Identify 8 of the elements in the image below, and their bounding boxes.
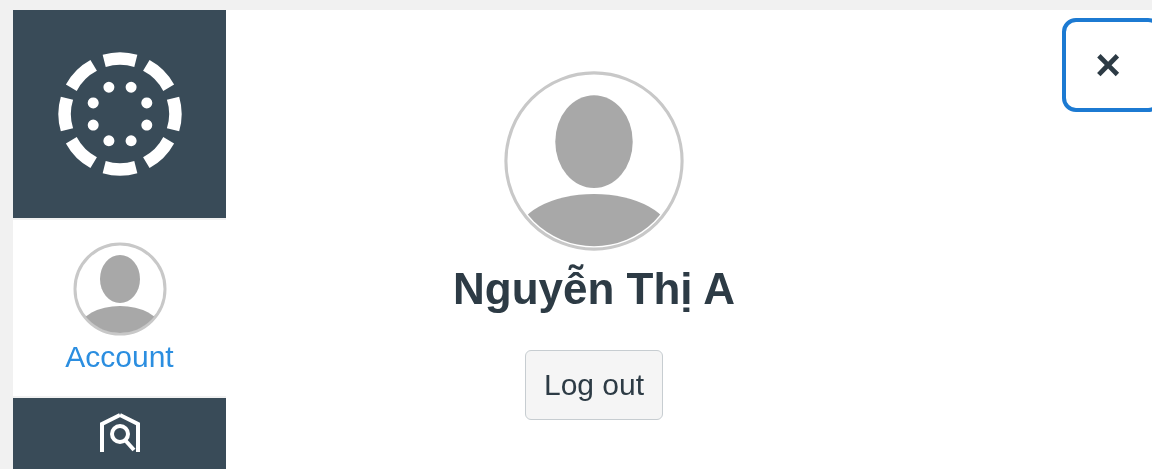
- logo-tile[interactable]: [13, 10, 226, 218]
- user-name: Nguyễn Thị A: [453, 264, 735, 314]
- close-button[interactable]: ×: [1062, 18, 1152, 112]
- admin-nav-item[interactable]: [13, 397, 226, 469]
- avatar-picture-icon: [503, 70, 685, 252]
- logo-icon: [57, 51, 182, 176]
- avatar-icon: [72, 241, 167, 336]
- logout-button[interactable]: Log out: [524, 350, 664, 420]
